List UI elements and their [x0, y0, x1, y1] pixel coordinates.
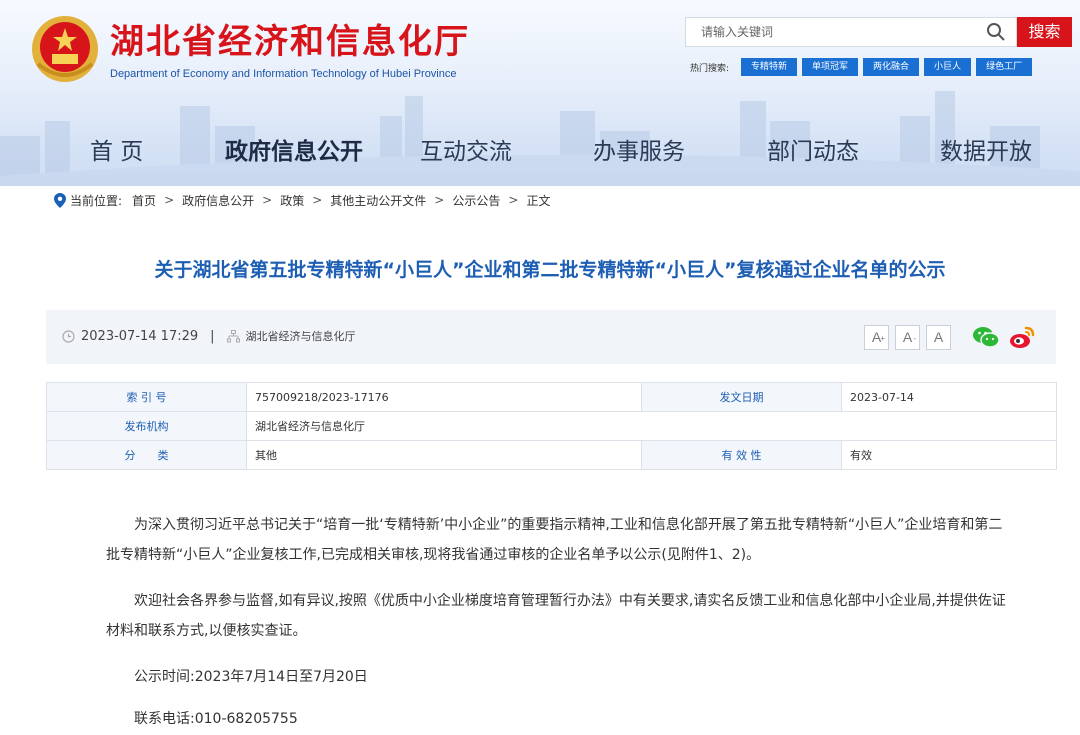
hot-tag[interactable]: 专精特新	[741, 58, 798, 76]
table-key: 有 效 性	[641, 440, 842, 470]
emblem-logo[interactable]	[30, 14, 100, 84]
table-value: 其他	[246, 440, 642, 470]
table-key: 索 引 号	[46, 382, 247, 412]
table-value: 2023-07-14	[841, 382, 1057, 412]
breadcrumb-item[interactable]: 政府信息公开	[182, 192, 254, 209]
site-header: 湖北省经济和信息化厅 Department of Economy and Inf…	[0, 0, 1080, 186]
publicity-period: 公示时间:2023年7月14日至7月20日	[134, 669, 368, 685]
search-button[interactable]: 搜索	[1017, 17, 1072, 47]
breadcrumb-separator: >	[508, 193, 519, 207]
info-table: 索 引 号 757009218/2023-17176 发文日期 2023-07-…	[46, 382, 1057, 470]
table-key: 发布机构	[46, 411, 247, 441]
hot-tag[interactable]: 小巨人	[924, 58, 972, 76]
org-icon	[226, 329, 240, 342]
table-key: 发文日期	[641, 382, 842, 412]
font-reset-button[interactable]: A	[926, 325, 951, 350]
table-value: 757009218/2023-17176	[246, 382, 642, 412]
nav-interaction[interactable]: 互动交流	[420, 132, 512, 166]
plus-icon: +	[880, 334, 885, 343]
site-title: 湖北省经济和信息化厅	[110, 22, 470, 62]
search-input[interactable]	[686, 18, 976, 46]
font-decrease-button[interactable]: A-	[895, 325, 920, 350]
nav-home[interactable]: 首 页	[90, 132, 143, 166]
clock-icon	[62, 329, 75, 343]
nav-services[interactable]: 办事服务	[593, 132, 685, 166]
breadcrumb-separator: >	[434, 193, 445, 207]
font-button-label: A	[933, 329, 944, 345]
breadcrumb-item[interactable]: 公示公告	[452, 192, 500, 209]
publish-source: 湖北省经济与信息化厅	[245, 330, 356, 343]
paragraph: 为深入贯彻习近平总书记关于“培育一批‘专精特新’中小企业”的重要指示精神,工业和…	[106, 517, 1003, 563]
hot-tag[interactable]: 单项冠军	[802, 58, 859, 76]
breadcrumb-item[interactable]: 首页	[132, 192, 156, 209]
font-button-label: A	[902, 329, 913, 345]
nav-gov-info[interactable]: 政府信息公开	[225, 132, 363, 166]
location-pin-icon	[54, 192, 66, 208]
breadcrumb: 当前位置: 首页 > 政府信息公开 > 政策 > 其他主动公开文件 > 公示公告…	[54, 190, 550, 210]
meta-separator: |	[210, 328, 215, 344]
breadcrumb-separator: >	[262, 193, 273, 207]
font-increase-button[interactable]: A +	[864, 325, 889, 350]
breadcrumb-item-current: 正文	[526, 193, 551, 208]
breadcrumb-separator: >	[312, 193, 323, 207]
minus-icon: -	[913, 334, 916, 343]
hot-search-tags: 专精特新 单项冠军 两化融合 小巨人 绿色工厂	[741, 58, 1033, 76]
nav-open-data[interactable]: 数据开放	[940, 132, 1032, 166]
breadcrumb-item[interactable]: 其他主动公开文件	[330, 192, 426, 209]
contact-phone: 联系电话:010-68205755	[134, 711, 298, 727]
site-subtitle: Department of Economy and Information Te…	[110, 68, 457, 80]
article-title: 关于湖北省第五批专精特新“小巨人”企业和第二批专精特新“小巨人”复核通过企业名单…	[154, 259, 946, 281]
table-value: 湖北省经济与信息化厅	[246, 411, 1057, 441]
table-row: 分 类 其他 有 效 性 有效	[46, 440, 1057, 470]
hot-tag[interactable]: 绿色工厂	[976, 58, 1033, 76]
main-nav: 首 页 政府信息公开 互动交流 办事服务 部门动态 数据开放	[0, 128, 1080, 168]
breadcrumb-item[interactable]: 政策	[280, 192, 304, 209]
wechat-icon[interactable]	[972, 325, 1000, 349]
nav-department-news[interactable]: 部门动态	[767, 132, 859, 166]
font-size-controls: A + A- A	[864, 325, 951, 350]
table-key: 分 类	[46, 440, 247, 470]
search-box	[685, 17, 1017, 47]
breadcrumb-separator: >	[164, 193, 175, 207]
search-icon[interactable]	[986, 22, 1006, 42]
publish-datetime: 2023-07-14 17:29	[81, 328, 199, 344]
meta-info: 2023-07-14 17:29 | 湖北省经济与信息化厅	[62, 328, 356, 344]
article-meta-bar: 2023-07-14 17:29 | 湖北省经济与信息化厅 A + A- A	[46, 310, 1056, 364]
weibo-icon[interactable]	[1008, 324, 1036, 350]
city-skyline-background	[0, 91, 1080, 186]
hot-tag[interactable]: 两化融合	[863, 58, 920, 76]
article-body: 为深入贯彻习近平总书记关于“培育一批‘专精特新’中小企业”的重要指示精神,工业和…	[106, 510, 1006, 735]
table-row: 发布机构 湖北省经济与信息化厅	[46, 411, 1057, 441]
table-value: 有效	[841, 440, 1057, 470]
breadcrumb-label: 当前位置:	[70, 193, 123, 208]
paragraph: 欢迎社会各界参与监督,如有异议,按照《优质中小企业梯度培育管理暂行办法》中有关要…	[106, 593, 1006, 639]
table-row: 索 引 号 757009218/2023-17176 发文日期 2023-07-…	[46, 382, 1057, 412]
hot-search-label: 热门搜索:	[690, 64, 730, 74]
